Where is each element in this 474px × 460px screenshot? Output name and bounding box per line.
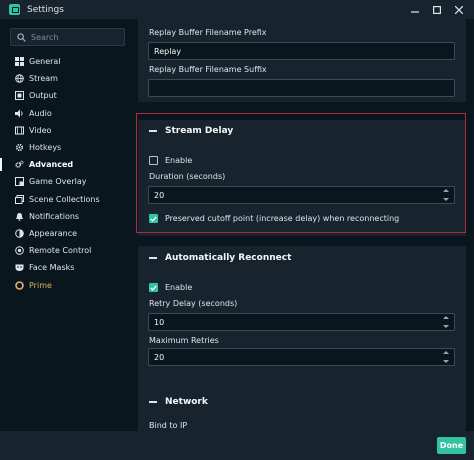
settings-sidebar: General Stream Output Audio Video Hotkey… <box>0 19 137 431</box>
prime-icon <box>15 280 24 290</box>
appearance-icon <box>15 229 24 238</box>
sidebar-item-hotkeys[interactable]: Hotkeys <box>0 139 137 156</box>
minimize-icon <box>411 10 419 13</box>
sidebar-nav: General Stream Output Audio Video Hotkey… <box>0 53 137 294</box>
sidebar-item-label: Game Overlay <box>29 177 87 187</box>
minimize-button[interactable] <box>404 0 426 19</box>
replay-suffix-input[interactable] <box>148 79 455 97</box>
maximize-icon <box>433 5 441 14</box>
sidebar-item-label: Advanced <box>29 160 74 170</box>
collapse-icon <box>149 257 157 259</box>
sidebar-item-face-masks[interactable]: Face Masks <box>0 259 137 276</box>
sidebar-item-appearance[interactable]: Appearance <box>0 225 137 242</box>
retry-delay-stepper[interactable] <box>442 316 450 328</box>
bind-ip-label: Bind to IP <box>149 421 188 430</box>
sidebar-item-notifications[interactable]: Notifications <box>0 208 137 225</box>
sidebar-item-label: Scene Collections <box>29 194 100 204</box>
search-icon <box>17 32 26 42</box>
footer-bar: Done <box>0 431 474 460</box>
gear-icon <box>15 143 24 152</box>
retry-delay-label: Retry Delay (seconds) <box>149 299 238 308</box>
sidebar-item-label: Notifications <box>29 211 80 221</box>
checkbox-checked-icon <box>149 283 158 292</box>
close-button[interactable] <box>448 0 470 19</box>
network-section: Network Bind to IP <box>138 386 466 431</box>
cogs-icon <box>15 160 24 168</box>
remote-icon <box>15 246 24 255</box>
max-retries-value: 20 <box>154 352 165 362</box>
sidebar-item-general[interactable]: General <box>0 53 137 70</box>
replay-prefix-label: Replay Buffer Filename Prefix <box>149 28 267 37</box>
sidebar-item-label: General <box>29 57 61 67</box>
done-button[interactable]: Done <box>437 437 466 454</box>
sidebar-item-label: Appearance <box>29 228 78 238</box>
search-input[interactable] <box>31 32 116 42</box>
sidebar-item-scene-collections[interactable]: Scene Collections <box>0 191 137 208</box>
title-bar: Settings <box>0 0 474 19</box>
speaker-icon <box>15 109 23 118</box>
increment-icon <box>443 351 449 354</box>
sidebar-item-audio[interactable]: Audio <box>0 105 137 122</box>
replay-prefix-input[interactable]: Replay <box>148 42 455 60</box>
sidebar-item-label: Hotkeys <box>29 143 62 153</box>
decrement-icon <box>443 360 449 363</box>
mask-icon <box>15 264 24 272</box>
max-retries-input[interactable]: 20 <box>148 348 455 366</box>
sidebar-item-output[interactable]: Output <box>0 87 137 104</box>
sidebar-item-label: Output <box>29 91 57 101</box>
sidebar-item-label: Remote Control <box>29 246 92 256</box>
sidebar-item-prime[interactable]: Prime <box>0 276 137 293</box>
retry-delay-value: 10 <box>154 317 165 327</box>
maximize-button[interactable] <box>426 0 448 19</box>
auto-reconnect-header[interactable]: Automatically Reconnect <box>138 250 466 266</box>
sidebar-item-label: Video <box>29 125 52 135</box>
window-title: Settings <box>27 4 64 15</box>
close-icon <box>455 5 463 14</box>
sidebar-item-stream[interactable]: Stream <box>0 70 137 87</box>
bell-icon <box>16 212 23 221</box>
film-icon <box>15 126 24 135</box>
app-logo-icon <box>9 4 20 15</box>
max-retries-stepper[interactable] <box>442 351 450 363</box>
section-title: Automatically Reconnect <box>165 253 292 263</box>
retry-delay-input[interactable]: 10 <box>148 313 455 331</box>
output-icon <box>15 91 24 101</box>
section-title: Network <box>165 397 208 407</box>
sidebar-item-advanced[interactable]: Advanced <box>0 156 137 173</box>
stream-delay-highlight <box>136 113 466 233</box>
sidebar-item-label: Audio <box>29 108 52 118</box>
search-box[interactable] <box>10 28 125 46</box>
max-retries-label: Maximum Retries <box>149 336 219 345</box>
sidebar-item-label: Face Masks <box>29 263 75 273</box>
sidebar-item-video[interactable]: Video <box>0 122 137 139</box>
gear-grid-icon <box>15 57 24 67</box>
replay-buffer-section: Replay Buffer Filename Prefix Replay Rep… <box>138 19 466 102</box>
globe-icon <box>15 74 24 84</box>
increment-icon <box>443 316 449 319</box>
collections-icon <box>15 194 24 204</box>
network-header[interactable]: Network <box>138 394 466 410</box>
window-controls <box>404 0 470 19</box>
decrement-icon <box>443 325 449 328</box>
overlay-icon <box>15 177 24 187</box>
sidebar-item-remote-control[interactable]: Remote Control <box>0 242 137 259</box>
sidebar-item-label: Prime <box>29 280 52 290</box>
sidebar-item-game-overlay[interactable]: Game Overlay <box>0 173 137 190</box>
collapse-icon <box>149 401 157 403</box>
auto-reconnect-enable-checkbox[interactable]: Enable <box>149 283 192 292</box>
replay-suffix-label: Replay Buffer Filename Suffix <box>149 65 267 74</box>
auto-reconnect-section: Automatically Reconnect Enable Retry Del… <box>138 246 466 392</box>
checkbox-label: Enable <box>165 283 193 292</box>
sidebar-item-label: Stream <box>29 74 58 84</box>
replay-prefix-value: Replay <box>154 46 182 56</box>
